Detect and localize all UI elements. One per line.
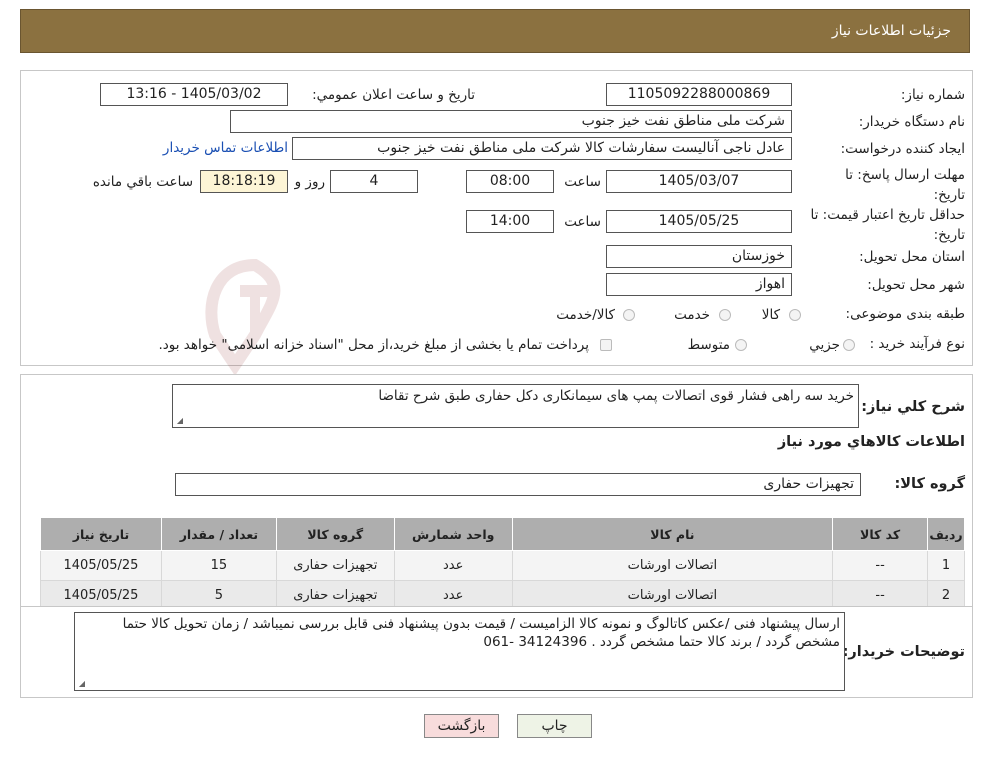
province-label: استان محل تحويل:: [859, 249, 965, 265]
announce-datetime-field: 1405/03/02 - 13:16: [100, 83, 288, 106]
category-service-radio[interactable]: [719, 309, 731, 321]
price-validity-date-field: 1405/05/25: [606, 210, 792, 233]
process-medium-label: متوسط: [687, 337, 730, 353]
category-goods-radio[interactable]: [789, 309, 801, 321]
category-goods-service-label: کالا/خدمت: [556, 307, 615, 323]
cell-item-code: --: [832, 550, 929, 581]
reply-deadline-label: مهلت ارسال پاسخ: تا تاريخ:: [845, 167, 965, 203]
days-remaining-field: 4: [330, 170, 418, 193]
city-field: اهواز: [606, 273, 792, 296]
process-minor-radio[interactable]: [843, 339, 855, 351]
remaining-time-label: ساعت باقي مانده: [92, 174, 193, 190]
process-label: نوع فرآيند خريد :: [869, 336, 965, 352]
buyer-org-field: شرکت ملی مناطق نفت خیز جنوب: [230, 110, 792, 133]
cell-item-name: اتصالات اورشات: [511, 550, 834, 581]
back-button[interactable]: بازگشت: [424, 714, 499, 738]
page-title: جزئيات اطلاعات نياز: [831, 23, 951, 39]
need-number-label: شماره نياز:: [900, 87, 965, 103]
column-header-group: گروه کالا: [275, 517, 395, 551]
process-minor-label: جزيي: [809, 337, 840, 353]
need-number-field: 1105092288000869: [606, 83, 792, 106]
cell-group: تجهیزات حفاری: [275, 550, 395, 581]
buyer-notes-label: توضيحات خريدار:: [842, 644, 965, 660]
buyer-notes-text: ارسال پیشنهاد فنی /عکس کاتالوگ و نمونه ک…: [122, 616, 840, 650]
cell-quantity: 15: [160, 550, 277, 581]
description-label: شرح کلي نياز:: [861, 399, 965, 415]
remaining-time-field: 18:18:19: [200, 170, 288, 193]
reply-time-label: ساعت: [564, 174, 601, 190]
column-header-item-code: کد کالا: [832, 517, 929, 551]
resize-grip-icon[interactable]: ◢: [77, 680, 85, 688]
announce-datetime-label: تاريخ و ساعت اعلان عمومي:: [312, 87, 475, 103]
treasury-payment-checkbox[interactable]: [600, 339, 612, 351]
goods-section-title: اطلاعات کالاهاي مورد نياز: [777, 434, 965, 450]
buyer-org-label: نام دستگاه خريدار:: [858, 114, 965, 130]
goods-group-field: تجهیزات حفاری: [175, 473, 861, 496]
creator-label: ايجاد کننده درخواست:: [840, 141, 965, 157]
cell-row-number: 1: [927, 550, 965, 581]
creator-field: عادل ناجی آنالیست سفارشات کالا شرکت ملی …: [292, 137, 792, 160]
table-header-row: رديف کد کالا نام کالا واحد شمارش گروه کا…: [40, 517, 965, 551]
city-label: شهر محل تحويل:: [867, 277, 965, 293]
buyer-contact-link[interactable]: اطلاعات تماس خريدار: [163, 140, 288, 156]
table-row: 1 -- اتصالات اورشات عدد تجهیزات حفاری 15…: [40, 550, 965, 581]
province-field: خوزستان: [606, 245, 792, 268]
treasury-payment-note: پرداخت تمام یا بخشی از مبلغ خرید،از محل …: [158, 337, 589, 353]
reply-date-field: 1405/03/07: [606, 170, 792, 193]
process-medium-radio[interactable]: [735, 339, 747, 351]
price-validity-time-field: 14:00: [466, 210, 554, 233]
description-textarea[interactable]: خرید سه راهی فشار قوی اتصالات پمپ های سی…: [172, 384, 859, 428]
column-header-need-date: تاريخ نياز: [40, 517, 162, 551]
price-validity-label: حداقل تاريخ اعتبار قيمت: تا تاريخ:: [810, 207, 965, 243]
category-goods-service-radio[interactable]: [623, 309, 635, 321]
price-validity-time-label: ساعت: [564, 214, 601, 230]
column-header-row-number: رديف: [927, 517, 965, 551]
goods-group-label: گروه کالا:: [894, 476, 965, 492]
column-header-quantity: تعداد / مقدار: [160, 517, 277, 551]
page-header: جزئيات اطلاعات نياز: [20, 9, 970, 53]
column-header-item-name: نام کالا: [511, 517, 834, 551]
cell-need-date: 1405/05/25: [40, 550, 162, 581]
resize-grip-icon[interactable]: ◢: [175, 417, 183, 425]
days-label: روز و: [294, 174, 325, 190]
category-label: طبقه بندی موضوعی:: [845, 306, 965, 322]
print-button[interactable]: چاپ: [517, 714, 592, 738]
cell-unit: عدد: [393, 550, 513, 581]
description-text: خرید سه راهی فشار قوی اتصالات پمپ های سی…: [378, 388, 854, 404]
buyer-notes-textarea[interactable]: ارسال پیشنهاد فنی /عکس کاتالوگ و نمونه ک…: [74, 612, 845, 691]
category-service-label: خدمت: [674, 307, 710, 323]
goods-table: رديف کد کالا نام کالا واحد شمارش گروه کا…: [40, 517, 965, 611]
column-header-unit: واحد شمارش: [393, 517, 513, 551]
category-goods-label: کالا: [761, 307, 780, 323]
reply-time-field: 08:00: [466, 170, 554, 193]
